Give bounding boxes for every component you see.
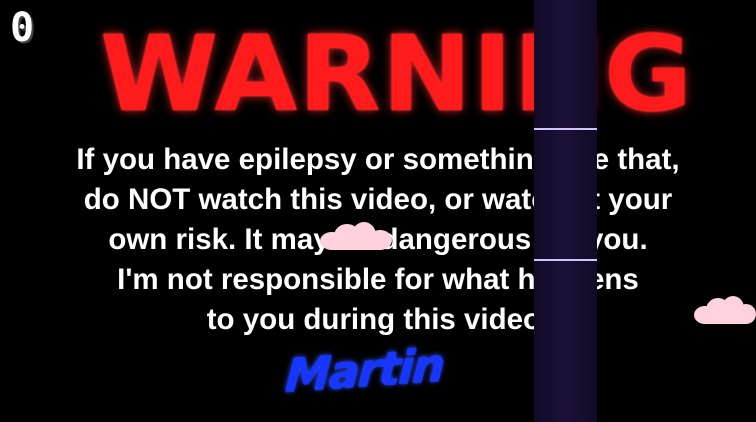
game-screen[interactable]: 0 WARNING If you have epilepsy or someth… <box>0 0 756 422</box>
pipe-ridge <box>534 259 597 261</box>
message-line: I'm not responsible for what happens <box>117 263 639 296</box>
pink-cloud-icon <box>694 296 756 324</box>
score-counter: 0 <box>10 5 35 51</box>
message-line: do NOT watch this video, or watch at you… <box>83 183 673 216</box>
pipe-obstacle <box>534 0 597 422</box>
message-line: to you during this video. <box>206 303 550 336</box>
message-line: If you have epilepsy or something like t… <box>76 143 680 176</box>
pink-cloud-icon <box>320 222 392 250</box>
signature-martin: Martin <box>283 337 445 403</box>
pipe-ridge <box>534 128 597 130</box>
